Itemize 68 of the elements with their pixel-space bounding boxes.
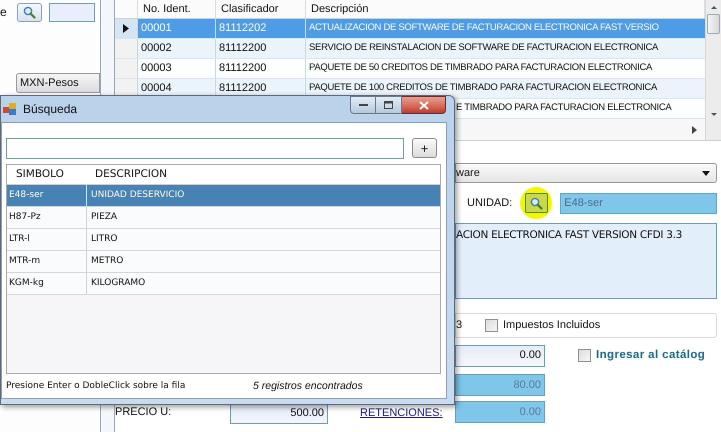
- table-cell-text: UNIDAD DESERVICIO: [90, 188, 186, 202]
- grid-row[interactable]: 00002 81112200 SERVICIO DE REINSTALACION DE SOFTWARE DE FACTURACION ELECTRONICA: [115, 39, 705, 59]
- taxes-checkbox[interactable]: [485, 319, 498, 332]
- column-header[interactable]: Clasificador: [216, 0, 306, 18]
- scroll-right-icon[interactable]: [692, 126, 697, 134]
- catalog-checkbox[interactable]: [578, 349, 591, 362]
- checkbox-label: Impuestos Incluidos: [503, 318, 600, 334]
- row-header[interactable]: [115, 19, 138, 38]
- table-cell: KGM-kg: [7, 273, 87, 294]
- table-cell: E48-ser: [7, 185, 87, 206]
- dropdown-arrow-icon: [702, 170, 710, 176]
- current-row-icon: [123, 24, 129, 33]
- category-dropdown[interactable]: ware: [455, 163, 717, 183]
- result-row[interactable]: MTR-m METRO: [7, 251, 440, 273]
- table-cell: 81112200: [216, 59, 306, 78]
- maximize-button[interactable]: [376, 96, 402, 114]
- minimize-button[interactable]: [350, 96, 376, 114]
- table-cell: 00001: [138, 19, 216, 38]
- hint-text: Presione Enter o DobleClick sobre la fila: [6, 380, 186, 394]
- table-cell-text: SERVICIO DE REINSTALACION DE SOFTWARE DE FACTURACION ELECTRONICA: [308, 41, 660, 56]
- vertical-scrollbar[interactable]: [705, 0, 721, 140]
- column-header[interactable]: DESCRIPCION: [87, 165, 440, 184]
- table-cell-text: E TIMBRADO PARA FACTURACION ELECTRONICA: [456, 101, 673, 116]
- description-textarea[interactable]: ACION ELECTRONICA FAST VERSION CFDI 3.3: [455, 223, 717, 299]
- result-row[interactable]: E48-ser UNIDAD DESERVICIO: [7, 185, 440, 207]
- minimize-icon: [358, 104, 368, 106]
- maximize-icon: [384, 101, 393, 109]
- table-cell-text: PIEZA: [90, 210, 118, 224]
- table-cell: H87-Pz: [7, 207, 87, 228]
- search-button[interactable]: [17, 2, 42, 22]
- table-cell-text: LITRO: [90, 232, 119, 246]
- result-row[interactable]: LTR-l LITRO: [7, 229, 440, 251]
- result-row[interactable]: KGM-kg KILOGRAMO: [7, 273, 440, 295]
- result-row[interactable]: H87-Pz PIEZA: [7, 207, 440, 229]
- scroll-thumb[interactable]: [707, 14, 720, 34]
- table-cell-text: ACTUALIZACION DE SOFTWARE DE FACTURACION ELECTRONICA FAST VERSIO: [308, 21, 660, 36]
- table-cell-text: PAQUETE DE 100 CREDITOS DE TIMBRADO PARA FACTURACION ELECTRONICA: [308, 81, 658, 96]
- input-field[interactable]: [49, 2, 95, 22]
- table-cell: LTR-l: [7, 229, 87, 250]
- checkbox-label: Ingresar al catálog: [596, 348, 706, 363]
- currency-dropdown[interactable]: MXN-Pesos: [16, 73, 100, 93]
- add-button[interactable]: +: [412, 138, 437, 158]
- table-cell: 00002: [138, 39, 216, 58]
- unit-label: UNIDAD:: [467, 196, 512, 211]
- app-icon: [3, 102, 17, 116]
- search-field[interactable]: [6, 138, 404, 158]
- table-cell: 81112202: [216, 19, 306, 38]
- column-header[interactable]: SIMBOLO: [7, 165, 87, 184]
- table-cell: MTR-m: [7, 251, 87, 272]
- search-icon: [530, 196, 543, 210]
- unit-search-button[interactable]: [524, 193, 548, 213]
- table-cell-text: METRO: [90, 254, 124, 268]
- table-cell-text: PAQUETE DE 50 CREDITOS DE TIMBRADO PARA FACTURACION ELECTRONICA: [308, 61, 654, 76]
- search-icon: [23, 6, 36, 18]
- close-button[interactable]: [402, 96, 446, 114]
- window-title: Búsqueda: [23, 101, 78, 118]
- table-cell: 00003: [138, 59, 216, 78]
- group-label: 3: [456, 318, 464, 334]
- column-header[interactable]: No. Ident.: [138, 0, 216, 18]
- table-cell: 81112200: [216, 39, 306, 58]
- field-label: e: [0, 4, 7, 21]
- results-count: 5 registros encontrados: [253, 379, 363, 394]
- table-cell-text: KILOGRAMO: [90, 276, 146, 290]
- withholdings-link[interactable]: RETENCIONES:: [360, 404, 443, 422]
- price-label: PRECIO U:: [115, 405, 172, 420]
- amount-field[interactable]: 0.00: [455, 344, 545, 366]
- close-icon: [418, 100, 428, 110]
- grid-row[interactable]: 00003 81112200 PAQUETE DE 50 CREDITOS DE TIMBRADO PARA FACTURACION ELECTRONICA: [115, 59, 705, 79]
